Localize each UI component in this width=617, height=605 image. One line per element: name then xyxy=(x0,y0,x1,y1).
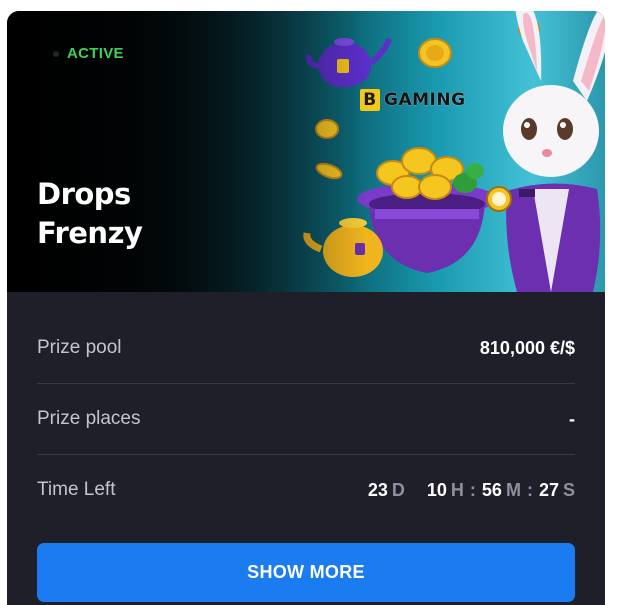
show-more-button[interactable]: SHOW MORE xyxy=(37,543,575,602)
provider-logo-letter: B xyxy=(360,89,380,111)
time-left-label: Time Left xyxy=(37,479,116,500)
timer-hours-unit: H xyxy=(450,479,464,500)
timer-separator: : xyxy=(469,479,476,500)
provider-logo-text: GAMING xyxy=(384,90,466,110)
timer-seconds: 27 xyxy=(538,479,559,500)
tournament-banner[interactable]: B GAMING ACTIVE Drops Frenzy xyxy=(7,11,605,292)
timer-separator: : xyxy=(526,479,533,500)
timer-minutes: 56 xyxy=(481,479,502,500)
time-left-row: Time Left 23 D 10 H : 56 M : 27 S xyxy=(37,455,575,525)
provider-logo: B GAMING xyxy=(360,89,466,111)
status-badge: ACTIVE xyxy=(53,45,124,62)
prize-pool-value: 810,000 €/$ xyxy=(479,337,575,358)
status-dot-icon xyxy=(53,50,59,57)
tournament-title-line-1: Drops xyxy=(37,177,131,211)
status-badge-label: ACTIVE xyxy=(67,45,124,62)
countdown-timer: 23 D 10 H : 56 M : 27 S xyxy=(368,480,575,501)
timer-days: 23 xyxy=(367,479,388,500)
timer-seconds-unit: S xyxy=(562,479,575,500)
tournament-title: Drops Frenzy xyxy=(37,175,237,253)
prize-places-row: Prize places - xyxy=(37,384,575,455)
coin-pile-icon xyxy=(376,147,484,200)
prize-places-label: Prize places xyxy=(37,408,141,429)
timer-minutes-unit: M xyxy=(505,479,521,500)
prize-pool-row: Prize pool 810,000 €/$ xyxy=(37,313,575,384)
bunny-character-icon xyxy=(486,11,605,292)
tournament-title-line-2: Frenzy xyxy=(37,216,143,250)
tournament-card: B GAMING ACTIVE Drops Frenzy Prize pool … xyxy=(7,11,605,605)
timer-days-unit: D xyxy=(391,479,405,500)
prize-pool-label: Prize pool xyxy=(37,337,122,358)
timer-hours: 10 xyxy=(426,479,447,500)
prize-places-value: - xyxy=(569,408,575,429)
tournament-details: Prize pool 810,000 €/$ Prize places - Ti… xyxy=(37,313,575,525)
